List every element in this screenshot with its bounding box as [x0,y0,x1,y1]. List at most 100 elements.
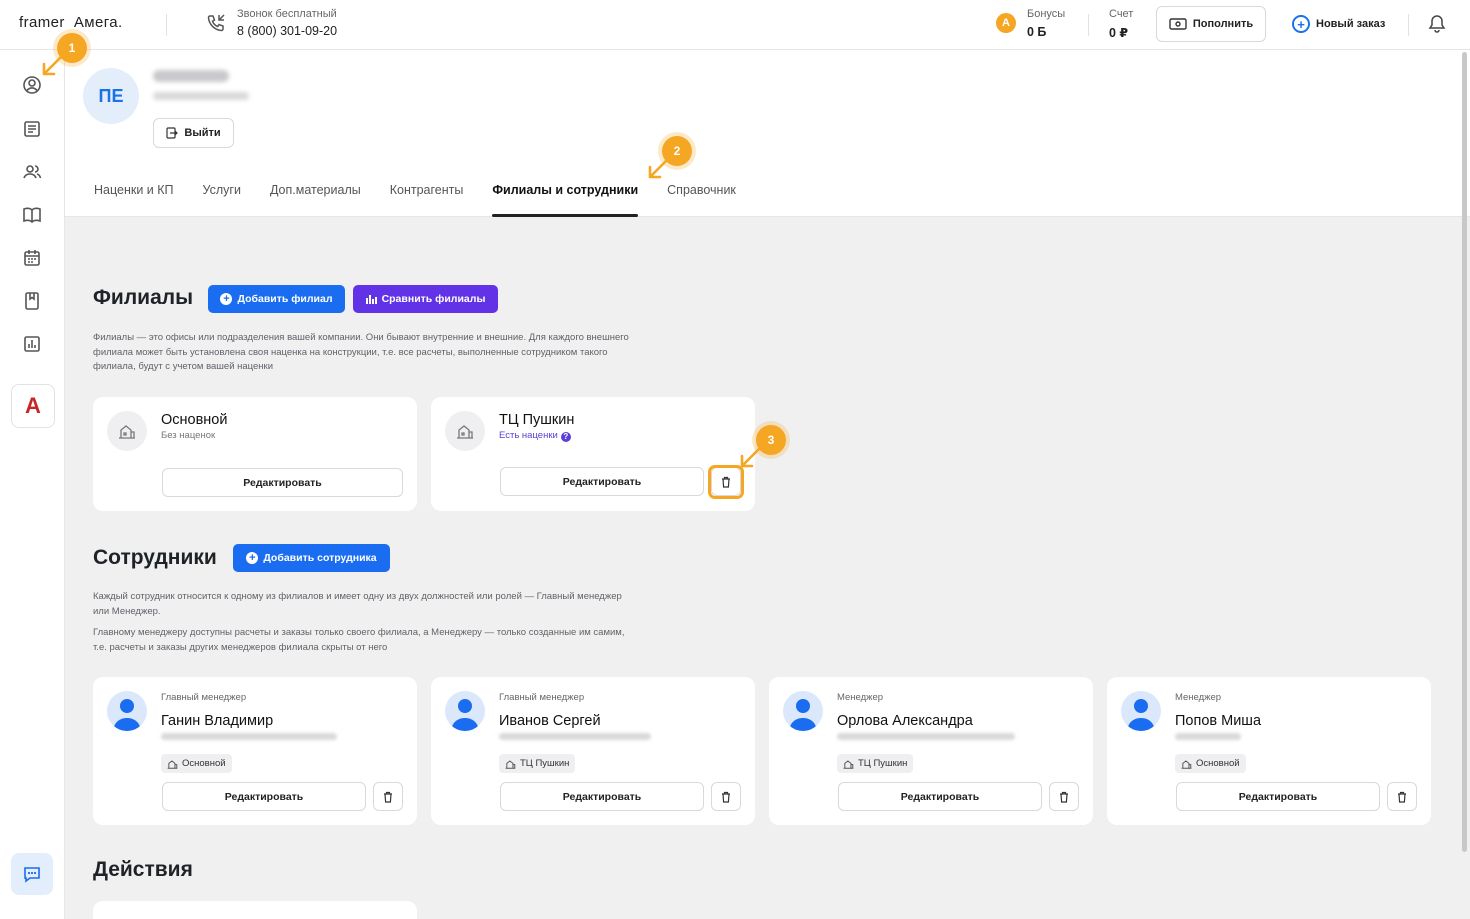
building-icon [843,759,854,769]
trash-icon [722,791,730,803]
building-icon [505,759,516,769]
edit-employee-button[interactable]: Редактировать [1176,782,1380,811]
add-branch-label: Добавить филиал [237,293,333,305]
bookmark-icon[interactable] [22,291,42,311]
new-order-label: Новый заказ [1316,18,1386,30]
new-order-button[interactable]: + Новый заказ [1292,14,1385,34]
arrow-icon [648,157,670,179]
highlight-frame [708,465,744,499]
branch-markup-status[interactable]: Есть наценки? [499,430,571,442]
blurred-email [1175,733,1241,740]
branch-markup-status: Без наценок [161,430,216,441]
edit-employee-button[interactable]: Редактировать [500,782,704,811]
blurred-email [837,733,1015,740]
edit-employee-button[interactable]: Редактировать [162,782,366,811]
employee-role: Менеджер [837,692,884,703]
logo[interactable]: framer Амега. [19,14,123,31]
trash-icon [1398,791,1406,803]
report-chart-icon[interactable] [22,334,42,354]
employees-title: Сотрудники [93,546,217,569]
plus-circle-icon: + [1292,15,1310,33]
calendar-icon[interactable] [22,248,42,268]
chat-button[interactable] [11,853,53,895]
employee-card: Менеджер Орлова Александра ТЦ Пушкин Ред… [769,677,1093,825]
employee-card: Главный менеджер Иванов Сергей ТЦ Пушкин… [431,677,755,825]
building-icon [107,411,147,451]
branch-card: Основной Без наценок Редактировать [93,397,417,511]
bar-chart-icon [365,295,377,304]
avatar [1121,691,1161,731]
employee-name: Иванов Сергей [499,713,601,729]
bonus-coin-icon: A [996,13,1016,33]
divider [1088,14,1089,36]
branch-card: ТЦ Пушкин Есть наценки? Редактировать [431,397,755,511]
tab-counterparties[interactable]: Контрагенты [390,174,464,217]
tab-services[interactable]: Услуги [203,174,241,217]
actions-title: Действия [93,858,193,881]
tab-reference[interactable]: Справочник [667,174,736,217]
bonus-value: 0 Б [1027,25,1047,39]
employees-description: Каждый сотрудник относится к одному из ф… [93,591,622,617]
blurred-user-email [153,92,249,100]
plus-icon: + [220,293,233,305]
catalog-book-icon[interactable] [22,205,42,225]
bell-icon[interactable] [1428,14,1446,34]
scrollbar[interactable] [1462,52,1467,852]
employee-branch-tag: Основной [161,754,232,773]
delete-employee-button[interactable] [1387,782,1417,811]
logout-button[interactable]: Выйти [153,118,234,148]
users-icon[interactable] [22,162,42,182]
tab-markups[interactable]: Наценки и КП [94,174,174,217]
compare-branches-button[interactable]: Сравнить филиалы [353,285,498,313]
avatar [107,691,147,731]
edit-employee-button[interactable]: Редактировать [838,782,1042,811]
phone-number[interactable]: 8 (800) 301-09-20 [237,24,337,38]
arrow-icon [42,54,64,76]
phone-caption: Звонок бесплатный [237,8,337,20]
add-employee-button[interactable]: + Добавить сотрудника [233,544,390,572]
edit-branch-button[interactable]: Редактировать [162,468,403,497]
delete-employee-button[interactable] [1049,782,1079,811]
profile-icon[interactable] [22,75,42,95]
blurred-email [499,733,651,740]
chat-icon [24,867,40,883]
action-card [93,901,417,919]
blurred-email [161,733,337,740]
employee-branch-tag: ТЦ Пушкин [499,754,576,773]
arrow-icon [740,446,762,468]
add-branch-button[interactable]: + Добавить филиал [208,285,345,313]
delete-employee-button[interactable] [711,782,741,811]
employee-name: Ганин Владимир [161,713,274,729]
employee-role: Менеджер [1175,692,1222,703]
phone-icon [207,14,225,32]
branch-name: ТЦ Пушкин [499,412,575,428]
delete-employee-button[interactable] [373,782,403,811]
help-icon[interactable]: ? [560,432,571,442]
employee-card: Менеджер Попов Миша Основной Редактирова… [1107,677,1431,825]
avatar [445,691,485,731]
edit-branch-button[interactable]: Редактировать [500,467,704,496]
tab-branches-employees[interactable]: Филиалы и сотрудники [492,174,638,217]
blurred-user-name [153,70,229,82]
sidebar: A [0,50,65,919]
orders-icon[interactable] [22,119,42,139]
top-bar: framer Амега. Звонок бесплатный 8 (800) … [0,0,1470,50]
plus-icon: + [246,552,259,564]
tab-extra-materials[interactable]: Доп.материалы [270,174,361,217]
topup-button[interactable]: Пополнить [1156,6,1266,42]
branches-title: Филиалы [93,286,194,309]
avatar: ПЕ [83,68,139,124]
employee-card: Главный менеджер Ганин Владимир Основной… [93,677,417,825]
divider [166,14,167,36]
employee-branch-tag: Основной [1175,754,1246,773]
brand-logo[interactable]: A [11,384,55,428]
building-icon [445,411,485,451]
branch-name: Основной [161,412,228,428]
divider [1408,14,1409,36]
employee-branch-tag: ТЦ Пушкин [837,754,914,773]
compare-branches-label: Сравнить филиалы [381,293,486,305]
logout-label: Выйти [184,127,221,139]
building-icon [1181,759,1192,769]
wallet-icon [1169,18,1187,30]
trash-icon [1060,791,1068,803]
